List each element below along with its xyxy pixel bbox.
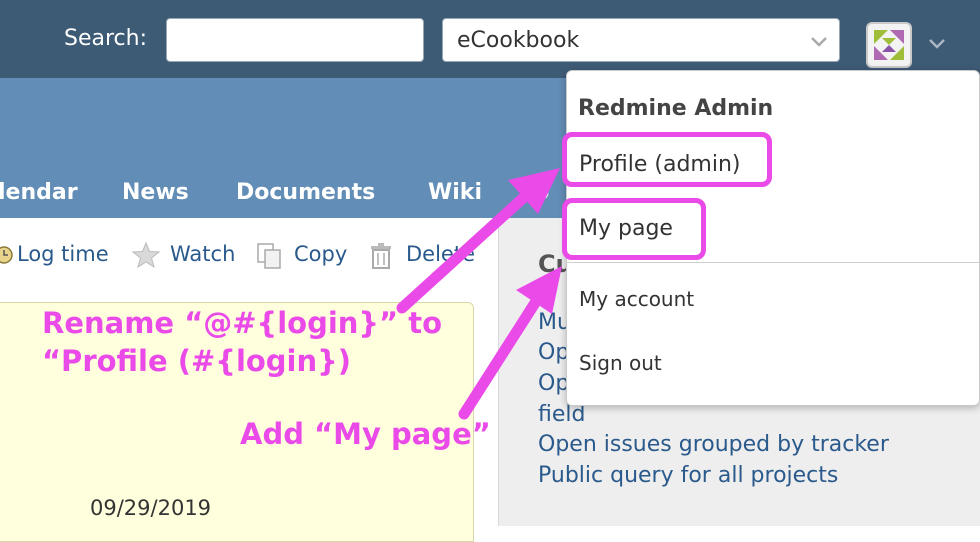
query-link[interactable]: Op: [538, 371, 569, 396]
search-input[interactable]: [166, 18, 424, 62]
avatar[interactable]: [866, 22, 912, 68]
project-select[interactable]: eCookbook: [442, 18, 840, 62]
copy-label: Copy: [294, 242, 348, 266]
annotation-rename-line1: Rename “@#{login}” to: [42, 306, 442, 340]
search-label: Search:: [64, 26, 147, 51]
avatar-icon: [874, 30, 904, 60]
watch-label: Watch: [170, 242, 236, 266]
annotation-rename-line2: “Profile (#{login}): [42, 344, 352, 378]
tab-documents[interactable]: Documents: [236, 180, 375, 205]
chevron-down-icon[interactable]: [926, 32, 948, 54]
chevron-down-icon: [811, 37, 827, 47]
log-time-link[interactable]: Log time: [0, 240, 116, 272]
tab-forums[interactable]: Fo: [520, 180, 549, 205]
menu-item-my-account[interactable]: My account: [579, 287, 694, 311]
user-menu-title: Redmine Admin: [578, 96, 774, 121]
watch-link[interactable]: Watch: [132, 240, 242, 272]
copy-link[interactable]: Copy: [256, 240, 356, 272]
menu-divider: [567, 262, 979, 263]
log-time-label: Log time: [17, 242, 109, 266]
menu-item-profile[interactable]: Profile (admin): [579, 152, 741, 177]
clock-icon: [0, 246, 13, 264]
trash-icon: [371, 243, 391, 269]
delete-label: Delete: [406, 242, 475, 266]
annotation-add-my-page: Add “My page”: [240, 417, 491, 451]
tab-wiki[interactable]: Wiki: [428, 180, 482, 205]
delete-link[interactable]: Delete: [368, 240, 478, 272]
query-link[interactable]: Public query for all projects: [538, 463, 838, 488]
copy-icon: [257, 243, 281, 269]
tab-news[interactable]: News: [122, 180, 189, 205]
query-link[interactable]: Op: [538, 340, 569, 365]
tab-calendar[interactable]: lendar: [0, 180, 78, 205]
project-select-value: eCookbook: [457, 28, 580, 53]
menu-item-sign-out[interactable]: Sign out: [579, 351, 662, 375]
issue-date: 09/29/2019: [90, 496, 212, 520]
star-icon: [132, 242, 160, 268]
menu-item-my-page[interactable]: My page: [579, 216, 673, 241]
query-link[interactable]: Open issues grouped by tracker: [538, 432, 889, 457]
